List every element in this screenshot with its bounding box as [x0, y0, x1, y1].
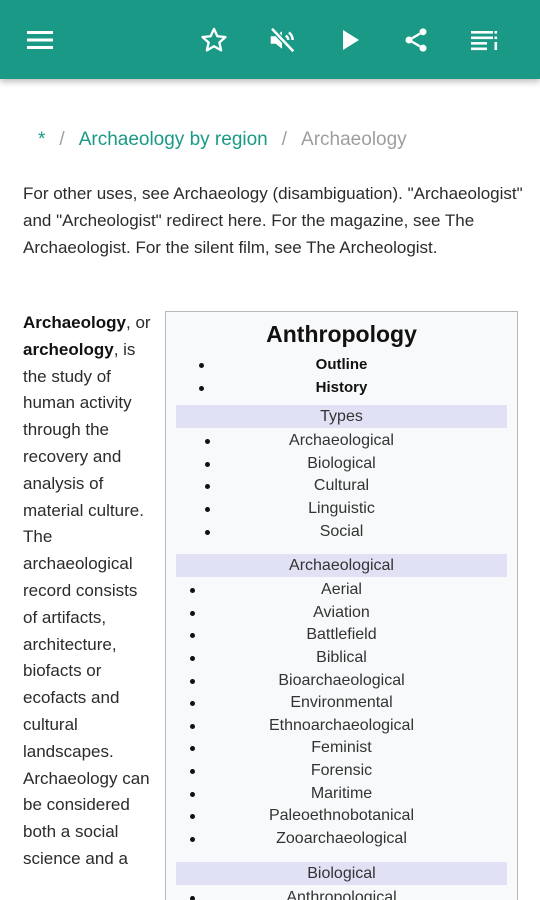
infobox-link-outline[interactable]: Outline: [166, 354, 517, 377]
list-item[interactable]: Biological: [166, 453, 517, 476]
list-item[interactable]: Maritime: [166, 783, 517, 806]
play-icon: [343, 30, 359, 50]
infobox-section-types: Types: [176, 405, 507, 429]
infobox-types-list: Archaeological Biological Cultural Lingu…: [166, 430, 517, 543]
list-item[interactable]: Battlefield: [166, 624, 517, 647]
anthropology-infobox: Anthropology Outline History Types Archa…: [165, 311, 518, 900]
mute-button[interactable]: [262, 20, 302, 60]
list-item[interactable]: Anthropological: [166, 887, 517, 900]
infobox-top-list: Outline History: [166, 354, 517, 399]
lead-text: or: [135, 313, 151, 332]
list-item[interactable]: Zooarchaeological: [166, 828, 517, 851]
list-item[interactable]: Biblical: [166, 647, 517, 670]
list-item[interactable]: Cultural: [166, 475, 517, 498]
list-item[interactable]: Paleoethnobotanical: [166, 805, 517, 828]
breadcrumb-parent-link[interactable]: Archaeology by region: [79, 129, 268, 150]
list-item[interactable]: Bioarchaeological: [166, 670, 517, 693]
menu-button[interactable]: [20, 20, 60, 60]
lead-term-archeology: archeology: [23, 339, 114, 359]
infobox-link-history[interactable]: History: [166, 377, 517, 400]
list-item[interactable]: Ethnoarchaeological: [166, 715, 517, 738]
volume-off-icon: [270, 27, 296, 53]
infobox-section-archaeological: Archaeological: [176, 554, 507, 578]
star-outline-icon: [201, 27, 227, 52]
list-item[interactable]: Aerial: [166, 579, 517, 602]
list-icon: [471, 31, 498, 51]
list-item[interactable]: Social: [166, 521, 517, 544]
list-item[interactable]: Forensic: [166, 760, 517, 783]
breadcrumb-separator: /: [281, 129, 288, 150]
share-icon: [405, 28, 427, 52]
list-item[interactable]: Aviation: [166, 602, 517, 625]
breadcrumb-home-link[interactable]: *: [38, 129, 45, 150]
toc-button[interactable]: [464, 20, 504, 60]
play-button[interactable]: [330, 20, 370, 60]
favorite-button[interactable]: [194, 20, 234, 60]
lead-text: ,: [125, 313, 131, 332]
lead-paragraph: Archaeology, or archeology, is the study…: [23, 310, 153, 873]
app-toolbar: [0, 0, 540, 79]
infobox-biological-list: Anthropological: [166, 887, 517, 900]
list-item[interactable]: Environmental: [166, 692, 517, 715]
list-item[interactable]: Archaeological: [166, 430, 517, 453]
infobox-archaeological-list: Aerial Aviation Battlefield Biblical Bio…: [166, 579, 517, 850]
list-item[interactable]: Linguistic: [166, 498, 517, 521]
share-button[interactable]: [396, 20, 436, 60]
breadcrumb: * / Archaeology by region / Archaeology: [38, 127, 407, 153]
infobox-section-biological: Biological: [176, 862, 507, 886]
menu-icon: [27, 31, 53, 49]
breadcrumb-current: Archaeology: [301, 129, 407, 150]
hatnote: For other uses, see Archaeology (disambi…: [23, 184, 523, 257]
lead-term-archaeology: Archaeology: [23, 313, 126, 332]
breadcrumb-separator: /: [59, 129, 65, 150]
list-item[interactable]: Feminist: [166, 737, 517, 760]
infobox-title: Anthropology: [266, 321, 417, 347]
lead-text: , is the study of human activity through…: [23, 339, 150, 868]
